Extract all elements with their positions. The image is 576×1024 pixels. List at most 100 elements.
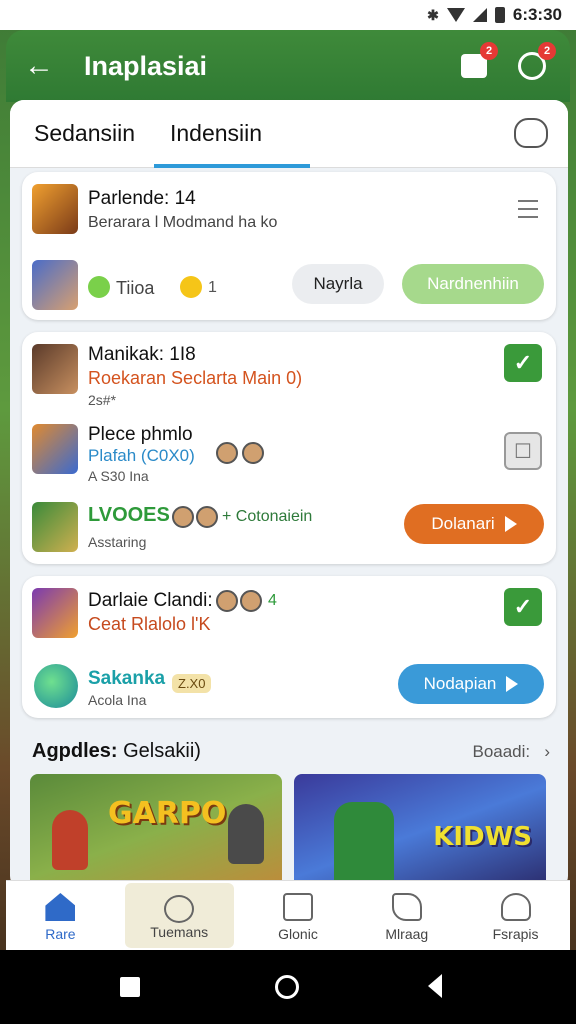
download-label: Dolanari: [431, 514, 495, 533]
game-icon: [32, 588, 78, 638]
level-chip: Z.X0: [172, 674, 212, 693]
user-icon: [500, 893, 531, 921]
play-icon: [506, 676, 519, 692]
section-title-rest: Gelsakii): [123, 740, 201, 762]
game-card[interactable]: Parlende: 14 Berarara l Modmand ha ko Ti…: [22, 172, 556, 320]
row-subtitle: Ceat Rlalolo l'K: [88, 614, 211, 634]
mini-avatar-icon: [242, 442, 264, 464]
refresh-button[interactable]: 2: [512, 42, 556, 86]
meta-text: Tiioa: [116, 278, 155, 298]
nav-item-rare[interactable]: Rare: [6, 881, 115, 950]
game-banner[interactable]: KIDWS: [294, 774, 546, 890]
mini-avatar-icon: [196, 506, 218, 528]
row-small: 2s#*: [88, 392, 117, 408]
tab-indensiin[interactable]: Indensiin: [170, 120, 262, 147]
play-icon: [504, 516, 517, 532]
game-icon: [32, 344, 78, 394]
checkbox-checked[interactable]: ✓: [504, 344, 542, 382]
shape-icon: [391, 893, 422, 921]
mini-avatar-icon: [216, 590, 238, 612]
play-button[interactable]: Nodapian: [398, 664, 544, 704]
row-count: 4: [268, 592, 277, 609]
mini-avatar-icon: [216, 442, 238, 464]
game-card[interactable]: Manikak: 1I8 Roekaran Seclarta Main 0) 2…: [22, 332, 556, 564]
wifi-icon: [446, 8, 465, 22]
player-avatar: [32, 260, 78, 310]
nav-label: Fsrapis: [492, 926, 539, 942]
active-tab-indicator: [154, 164, 310, 168]
nav-label: Glonic: [278, 926, 318, 942]
nav-item-fsrapis[interactable]: Fsrapis: [461, 881, 570, 950]
status-time: 6:3:30: [512, 5, 562, 24]
home-icon: [45, 893, 76, 921]
banner-title: GARPO: [108, 796, 227, 831]
row-subtitle: Roekaran Seclarta Main 0): [88, 368, 303, 388]
main-panel: Sedansiin Indensiin Parlende: 14 Berarar…: [10, 100, 568, 890]
play-label: Nodapian: [423, 674, 497, 693]
mini-avatar-icon: [240, 590, 262, 612]
section-title-bold: Agpdles:: [32, 740, 118, 762]
back-triangle-icon[interactable]: [428, 974, 442, 998]
hero-figure: [334, 802, 394, 890]
nav-item-tuemans[interactable]: Tuemans: [124, 883, 234, 948]
bottom-navigation: Rare Tuemans Glonic Mlraag Fsrapis: [6, 880, 570, 950]
home-circle-icon[interactable]: [275, 975, 299, 999]
notification-badge: 2: [538, 42, 556, 60]
see-all-link[interactable]: Boaadi: ›: [472, 742, 550, 762]
signal-icon: [472, 8, 487, 22]
bluetooth-icon: ✱: [427, 6, 439, 23]
smile-icon: [180, 276, 202, 298]
tab-sedansiin[interactable]: Sedansiin: [34, 120, 135, 147]
game-icon: [32, 184, 78, 234]
see-all-label: Boaadi:: [472, 742, 531, 761]
chevron-right-icon: ›: [534, 742, 550, 761]
game-card[interactable]: Darlaie Clandi: 4 Ceat Rlalolo l'K ✓ Sak…: [22, 576, 556, 718]
tab-bar: Sedansiin Indensiin: [10, 100, 568, 168]
row-small: Asstaring: [88, 534, 147, 550]
nav-item-glonic[interactable]: Glonic: [244, 881, 353, 950]
row-subtitle: Plafah (C0X0): [88, 446, 195, 465]
secondary-button[interactable]: Nayrla: [292, 264, 384, 304]
chat-icon[interactable]: [514, 118, 548, 148]
clock-icon: [164, 895, 195, 923]
row-small: A S30 Ina: [88, 468, 149, 484]
app-bar: ← Inaplasiai 2 2: [6, 30, 570, 102]
row-meta: + Cotonaiein: [222, 508, 313, 525]
clover-icon: [88, 276, 110, 298]
game-icon: [32, 502, 78, 552]
checkbox-unchecked[interactable]: ☐: [504, 432, 542, 470]
calendar-icon: [282, 893, 313, 921]
system-navigation-bar: [0, 950, 576, 1024]
notification-badge: 2: [480, 42, 498, 60]
battery-icon: [494, 7, 505, 23]
game-banner[interactable]: GARPO: [30, 774, 282, 890]
card-title: Parlende: 14: [88, 188, 196, 209]
section-title: Agpdles: Gelsakii): [32, 740, 201, 763]
nav-label: Rare: [45, 926, 76, 942]
primary-button[interactable]: Nardnenhiin: [402, 264, 544, 304]
mini-avatar-icon: [172, 506, 194, 528]
game-icon: [34, 664, 78, 708]
nav-label: Tuemans: [150, 924, 209, 940]
app-title: Inaplasiai: [84, 50, 208, 81]
puzzle-button[interactable]: 2: [454, 42, 498, 86]
row-title: Plece phmlo: [88, 424, 193, 445]
checkbox-checked[interactable]: ✓: [504, 588, 542, 626]
hero-figure: [228, 804, 264, 864]
game-icon: [32, 424, 78, 474]
row-title: Manikak: 1I8: [88, 344, 196, 365]
nav-item-mlraag[interactable]: Mlraag: [352, 881, 461, 950]
download-button[interactable]: Dolanari: [404, 504, 544, 544]
status-bar: ✱ 6:3:30: [0, 0, 576, 30]
recents-icon[interactable]: [120, 977, 140, 997]
row-small: Acola Ina: [88, 692, 147, 708]
nav-label: Mlraag: [385, 926, 429, 942]
meta-count: 1: [208, 279, 217, 296]
back-arrow-icon[interactable]: ←: [24, 49, 64, 83]
hero-figure: [52, 810, 88, 870]
banner-title: KIDWS: [433, 822, 532, 852]
menu-icon[interactable]: [518, 200, 538, 218]
row-title: Darlaie Clandi:: [88, 590, 213, 611]
card-subtitle: Berarara l Modmand ha ko: [88, 214, 278, 231]
row-title: Sakanka: [88, 668, 166, 689]
